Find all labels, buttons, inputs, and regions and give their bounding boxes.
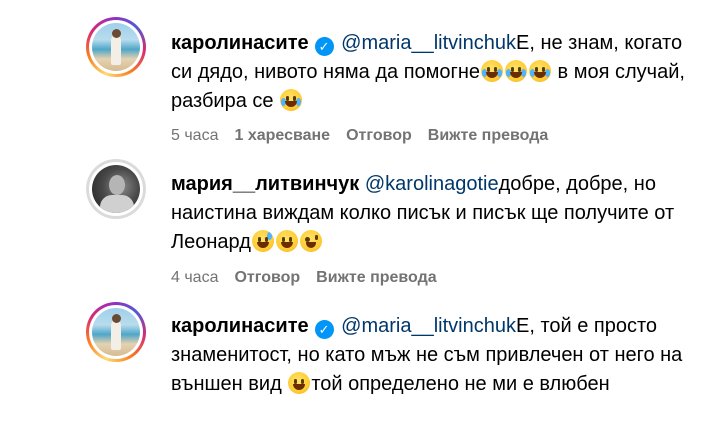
avatar-inner: [89, 20, 143, 74]
mention-link[interactable]: @karolinagotie: [365, 173, 499, 195]
comment-time: 4 часа: [171, 269, 219, 286]
avatar-figure: [111, 35, 121, 65]
likes-count-link[interactable]: 1 харесване: [234, 127, 330, 144]
reply-button[interactable]: Отговор: [234, 269, 300, 286]
see-translation-button[interactable]: Вижте превода: [316, 269, 437, 286]
avatar-figure: [111, 320, 121, 350]
verified-badge-icon: ✓: [314, 320, 334, 339]
tears-of-joy-emoji-icon: [505, 60, 527, 82]
avatar-head: [112, 29, 121, 38]
tears-of-joy-emoji-icon: [481, 60, 503, 82]
zany-face-emoji-icon: [299, 230, 322, 252]
tears-of-joy-emoji-icon: [529, 60, 551, 82]
comment-meta: 5 часа 1 харесване Отговор Вижте превода: [171, 127, 564, 145]
tears-of-joy-emoji-icon: [280, 89, 303, 111]
comment-text: мария__литвинчук @karolinagotieдобре, до…: [171, 170, 686, 257]
grinning-emoji-icon: [288, 372, 311, 394]
comment-text: каролинасите ✓ @maria__litvinchukЕ, не зн…: [171, 29, 686, 116]
comment-body-continued: той определено не ми е влюбен: [311, 373, 610, 395]
grinning-sweat-emoji-icon: [251, 230, 274, 252]
comment-text: каролинасите ✓ @maria__litvinchukЕ, той е…: [171, 312, 686, 399]
avatar-face: [109, 175, 125, 195]
see-translation-button[interactable]: Вижте превода: [428, 127, 549, 144]
comment-meta: 4 часа Отговор Вижте превода: [171, 269, 453, 287]
comment-time: 5 часа: [171, 127, 219, 144]
avatar[interactable]: [86, 159, 146, 219]
avatar-photo: [92, 165, 140, 213]
comment-username[interactable]: каролинасите: [171, 32, 309, 54]
grinning-emoji-icon: [275, 230, 298, 252]
avatar-photo: [92, 23, 140, 71]
avatar-inner: [89, 305, 143, 359]
avatar-inner: [89, 162, 143, 216]
mention-link[interactable]: @maria__litvinchuk: [341, 315, 516, 337]
verified-badge-icon: ✓: [314, 37, 334, 56]
mention-link[interactable]: @maria__litvinchuk: [341, 32, 516, 54]
avatar-photo: [92, 308, 140, 356]
comment-username[interactable]: каролинасите: [171, 315, 309, 337]
avatar[interactable]: [86, 17, 146, 77]
comment-username[interactable]: мария__литвинчук: [171, 173, 359, 195]
avatar-head: [112, 314, 121, 323]
avatar-shoulders: [100, 195, 134, 213]
avatar[interactable]: [86, 302, 146, 362]
reply-button[interactable]: Отговор: [346, 127, 412, 144]
